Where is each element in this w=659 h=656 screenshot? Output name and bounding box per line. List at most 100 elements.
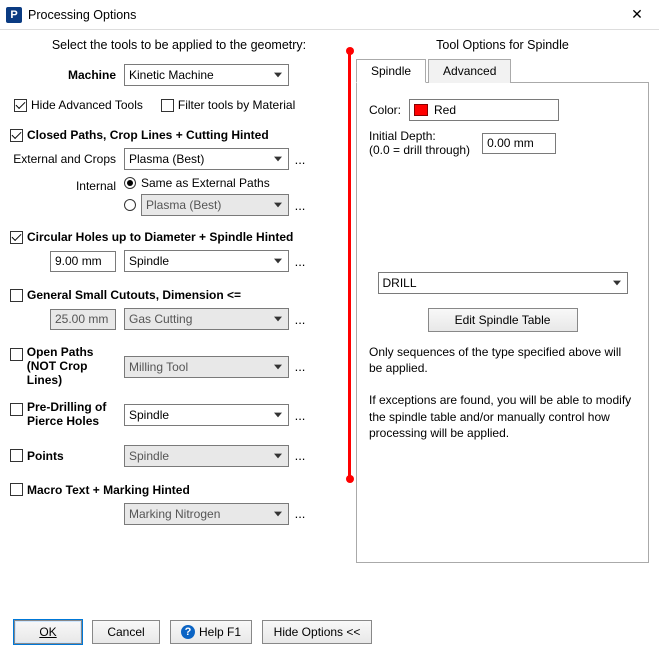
internal-same-label: Same as External Paths (141, 176, 270, 190)
predrill-tool-value: Spindle (129, 408, 169, 422)
initial-depth-label-l1: Initial Depth: (369, 129, 436, 143)
left-heading: Select the tools to be applied to the ge… (10, 38, 348, 52)
chevron-down-icon (270, 311, 286, 327)
checkbox-icon (10, 403, 23, 416)
tab-advanced[interactable]: Advanced (428, 59, 511, 83)
right-heading: Tool Options for Spindle (356, 38, 649, 52)
external-crops-label: External and Crops (10, 152, 124, 166)
sequence-select[interactable]: DRILL (378, 272, 628, 294)
circular-holes-label: Circular Holes up to Diameter + Spindle … (27, 230, 293, 244)
chevron-down-icon (609, 275, 625, 291)
macro-text-tool-value: Marking Nitrogen (129, 507, 220, 521)
macro-text-label: Macro Text + Marking Hinted (27, 483, 190, 497)
checkbox-icon (10, 348, 23, 361)
closed-paths-checkbox[interactable]: Closed Paths, Crop Lines + Cutting Hinte… (10, 128, 269, 142)
filter-by-material-label: Filter tools by Material (178, 98, 295, 112)
close-icon[interactable]: ✕ (623, 6, 651, 23)
checkbox-icon (10, 289, 23, 302)
circular-holes-more-button[interactable]: ... (293, 254, 307, 269)
internal-more-button[interactable]: ... (293, 198, 307, 213)
chevron-down-icon (270, 506, 286, 522)
open-paths-tool-value: Milling Tool (129, 360, 188, 374)
general-small-cutouts-tool-select[interactable]: Gas Cutting (124, 308, 289, 330)
external-crops-more-button[interactable]: ... (293, 152, 307, 167)
left-panel: Select the tools to be applied to the ge… (0, 30, 348, 610)
external-crops-value: Plasma (Best) (129, 152, 204, 166)
circular-holes-tool-value: Spindle (129, 254, 169, 268)
color-value: Red (434, 103, 456, 117)
initial-depth-label-l2: (0.0 = drill through) (369, 143, 470, 157)
circular-holes-checkbox[interactable]: Circular Holes up to Diameter + Spindle … (10, 230, 293, 244)
checkbox-icon (161, 99, 174, 112)
internal-select[interactable]: Plasma (Best) (141, 194, 289, 216)
spindle-panel: Color: Red Initial Depth: (0.0 = drill t… (356, 83, 649, 563)
cancel-button[interactable]: Cancel (92, 620, 160, 644)
predrill-more-button[interactable]: ... (293, 408, 307, 423)
ok-button[interactable]: OK (14, 620, 82, 644)
chevron-down-icon (270, 448, 286, 464)
gsc-more-button[interactable]: ... (293, 312, 307, 327)
points-checkbox[interactable]: Points (10, 449, 64, 463)
points-more-button[interactable]: ... (293, 448, 307, 463)
general-small-cutouts-checkbox[interactable]: General Small Cutouts, Dimension <= (10, 288, 241, 302)
chevron-down-icon (270, 151, 286, 167)
chevron-down-icon (270, 197, 286, 213)
open-paths-label-l1: Open Paths (27, 345, 94, 359)
hide-advanced-tools-checkbox[interactable]: Hide Advanced Tools (14, 98, 143, 112)
right-panel: Tool Options for Spindle Spindle Advance… (348, 30, 659, 610)
gsc-tool-value: Gas Cutting (129, 312, 192, 326)
machine-label: Machine (10, 68, 124, 82)
circular-holes-diameter-input[interactable]: 9.00 mm (50, 251, 116, 272)
tab-spindle[interactable]: Spindle (356, 59, 426, 83)
help-button[interactable]: ? Help F1 (170, 620, 252, 644)
predrill-checkbox[interactable]: Pre-Drilling of Pierce Holes (10, 401, 106, 429)
help-icon: ? (181, 625, 195, 639)
sequence-value: DRILL (383, 276, 417, 290)
open-paths-checkbox[interactable]: Open Paths (NOT Crop Lines) (10, 346, 124, 387)
circular-holes-diameter-value: 9.00 mm (55, 254, 102, 268)
radio-off-icon (124, 199, 136, 211)
help-button-label: Help F1 (199, 625, 241, 639)
internal-same-radio[interactable]: Same as External Paths (124, 176, 307, 190)
internal-custom-radio[interactable] (124, 199, 136, 211)
checkbox-icon (10, 129, 23, 142)
circular-holes-tool-select[interactable]: Spindle (124, 250, 289, 272)
edit-spindle-table-button[interactable]: Edit Spindle Table (428, 308, 578, 332)
chevron-down-icon (270, 253, 286, 269)
color-select[interactable]: Red (409, 99, 559, 121)
window-title: Processing Options (28, 8, 623, 22)
button-bar: OK Cancel ? Help F1 Hide Options << (0, 610, 659, 644)
machine-select-value: Kinetic Machine (129, 68, 214, 82)
chevron-down-icon (270, 359, 286, 375)
checkbox-icon (10, 449, 23, 462)
checkbox-icon (14, 99, 27, 112)
general-small-cutouts-dim-input[interactable]: 25.00 mm (50, 309, 116, 330)
predrill-label-l2: Pierce Holes (27, 414, 99, 428)
color-label: Color: (369, 103, 401, 117)
initial-depth-input[interactable]: 0.00 mm (482, 133, 556, 154)
titlebar: P Processing Options ✕ (0, 0, 659, 30)
predrill-tool-select[interactable]: Spindle (124, 404, 289, 426)
points-tool-value: Spindle (129, 449, 169, 463)
filter-by-material-checkbox[interactable]: Filter tools by Material (161, 98, 295, 112)
points-label: Points (27, 449, 64, 463)
open-paths-tool-select[interactable]: Milling Tool (124, 356, 289, 378)
macro-text-tool-select[interactable]: Marking Nitrogen (124, 503, 289, 525)
closed-paths-label: Closed Paths, Crop Lines + Cutting Hinte… (27, 128, 269, 142)
macro-text-checkbox[interactable]: Macro Text + Marking Hinted (10, 483, 190, 497)
open-paths-more-button[interactable]: ... (293, 359, 307, 374)
macro-text-more-button[interactable]: ... (293, 506, 307, 521)
color-swatch-icon (414, 104, 428, 116)
open-paths-label-l2: (NOT Crop Lines) (27, 359, 88, 387)
hide-options-button[interactable]: Hide Options << (262, 620, 372, 644)
machine-select[interactable]: Kinetic Machine (124, 64, 289, 86)
app-icon: P (6, 7, 22, 23)
internal-label: Internal (10, 176, 124, 193)
predrill-label-l1: Pre-Drilling of (27, 400, 106, 414)
hide-advanced-tools-label: Hide Advanced Tools (31, 98, 143, 112)
general-small-cutouts-label: General Small Cutouts, Dimension <= (27, 288, 241, 302)
checkbox-icon (10, 483, 23, 496)
external-crops-select[interactable]: Plasma (Best) (124, 148, 289, 170)
points-tool-select[interactable]: Spindle (124, 445, 289, 467)
tabs: Spindle Advanced (356, 58, 649, 83)
